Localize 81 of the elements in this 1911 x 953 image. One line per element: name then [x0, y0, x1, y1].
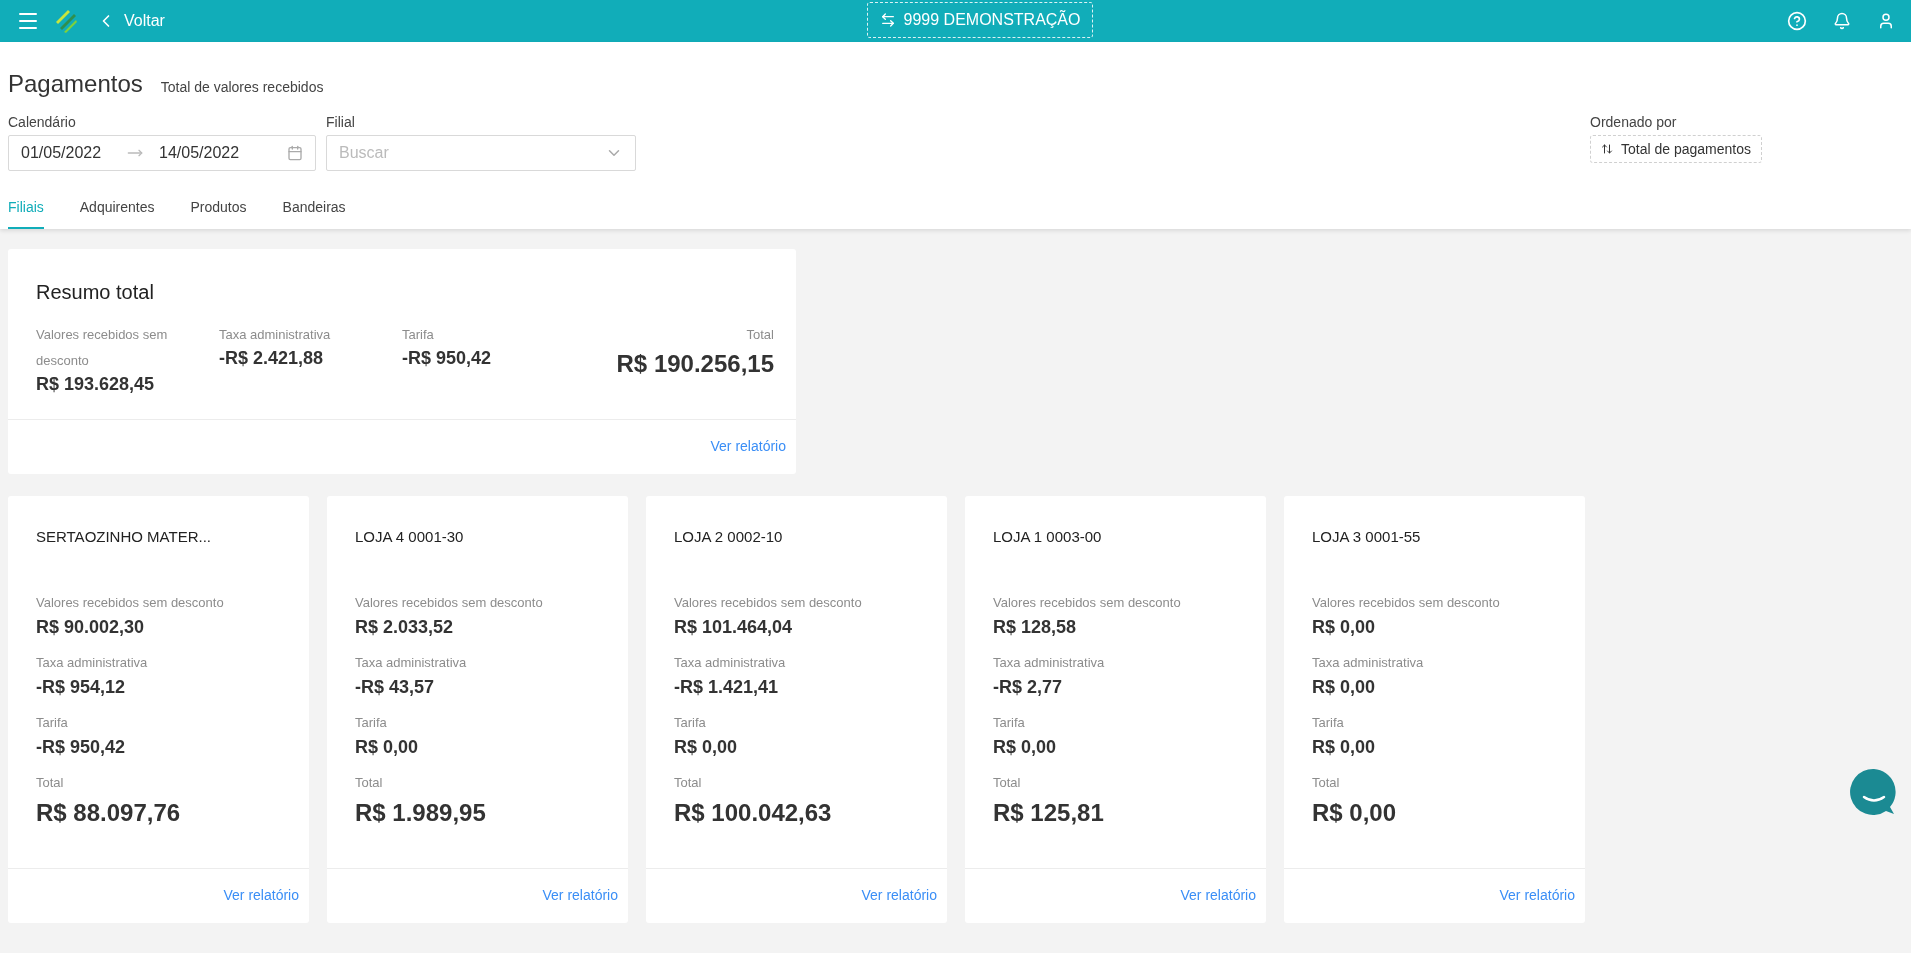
metric-label: Valores recebidos sem desconto: [993, 595, 1182, 610]
metric-label: Tarifa: [993, 715, 1026, 730]
user-icon[interactable]: [1877, 12, 1895, 30]
metric-label: Valores recebidos sem desconto: [1312, 595, 1501, 610]
calendar-icon: [287, 145, 303, 161]
metric-label: Tarifa: [1312, 715, 1345, 730]
total-label: Total: [674, 775, 703, 790]
page-subtitle: Total de valores recebidos: [160, 79, 324, 95]
metric-label: Taxa administrativa: [1312, 655, 1425, 670]
branch-select[interactable]: Buscar: [326, 135, 636, 171]
date-range-field[interactable]: 01/05/2022 14/05/2022: [8, 135, 316, 171]
metric-value: R$ 2.033,52: [355, 617, 455, 638]
sort-label: Ordenado por: [1590, 114, 1678, 130]
store-name: LOJA 3 0001-55: [1312, 528, 1422, 545]
metric-label: Tarifa: [355, 715, 388, 730]
metric-label: Taxa administrativa: [36, 655, 149, 670]
total-label: Total: [993, 775, 1022, 790]
page-title: Pagamentos: [8, 70, 143, 98]
total-value: R$ 0,00: [1312, 799, 1398, 827]
sort-button[interactable]: Total de pagamentos: [1590, 135, 1762, 163]
tab[interactable]: Filiais: [8, 191, 44, 229]
total-label: Total: [36, 775, 65, 790]
tab[interactable]: Adquirentes: [79, 191, 155, 229]
metric-value: -R$ 950,42: [402, 348, 493, 369]
metric-value: R$ 101.464,04: [674, 617, 794, 638]
report-link[interactable]: Ver relatório: [1180, 887, 1256, 903]
metric-label: Tarifa: [402, 326, 435, 344]
total-value: R$ 125,81: [993, 799, 1105, 827]
branch-label: Filial: [326, 114, 356, 130]
metric-label: Taxa administrativa: [219, 326, 332, 344]
metric-value: -R$ 43,57: [355, 677, 436, 698]
metric-value: R$ 0,00: [1312, 677, 1377, 698]
metric-value: -R$ 2,77: [993, 677, 1064, 698]
total-value: R$ 88.097,76: [36, 799, 182, 827]
total-value: R$ 190.256,15: [616, 350, 774, 378]
help-icon[interactable]: [1787, 11, 1807, 31]
swap-arrows-icon: [879, 12, 896, 28]
metric-label: Taxa administrativa: [355, 655, 468, 670]
metric-label: Valores recebidos sem desconto: [674, 595, 863, 610]
metric-value: R$ 0,00: [1312, 617, 1377, 638]
calendar-label: Calendário: [8, 114, 77, 130]
logo-icon: [54, 8, 78, 34]
store-name: LOJA 4 0001-30: [355, 528, 465, 545]
report-link[interactable]: Ver relatório: [223, 887, 299, 903]
metric-label: Taxa administrativa: [674, 655, 787, 670]
metric-value: R$ 90.002,30: [36, 617, 146, 638]
metric-label: Tarifa: [36, 715, 69, 730]
company-selector[interactable]: 9999 DEMONSTRAÇÃO: [867, 2, 1093, 38]
metric-label: Valores recebidos sem desconto: [36, 595, 225, 610]
total-value: R$ 100.042,63: [674, 799, 833, 827]
report-link[interactable]: Ver relatório: [861, 887, 937, 903]
back-link[interactable]: Voltar: [96, 11, 165, 31]
store-name: SERTAOZINHO MATER...: [36, 528, 212, 545]
total-label: Total: [1312, 775, 1341, 790]
metric-label: Valores recebidos sem desconto: [355, 595, 544, 610]
metric-value: R$ 0,00: [674, 737, 739, 758]
total-value: R$ 1.989,95: [355, 799, 487, 827]
metric-label: Valores recebidos sem desconto: [36, 326, 169, 370]
metric-value: R$ 0,00: [1312, 737, 1377, 758]
card-title: Resumo total: [36, 281, 155, 304]
tab[interactable]: Bandeiras: [282, 191, 346, 229]
metric-value: -R$ 2.421,88: [219, 348, 325, 369]
metric-value: -R$ 1.421,41: [674, 677, 780, 698]
metric-value: -R$ 954,12: [36, 677, 127, 698]
store-name: LOJA 1 0003-00: [993, 528, 1103, 545]
report-link[interactable]: Ver relatório: [710, 438, 786, 454]
total-label: Total: [746, 326, 774, 344]
report-link[interactable]: Ver relatório: [542, 887, 618, 903]
metric-value: R$ 128,58: [993, 617, 1078, 638]
metric-value: -R$ 950,42: [36, 737, 127, 758]
store-name: LOJA 2 0002-10: [674, 528, 784, 545]
metric-label: Tarifa: [674, 715, 707, 730]
metric-value: R$ 0,00: [355, 737, 420, 758]
total-label: Total: [355, 775, 384, 790]
metric-label: Taxa administrativa: [993, 655, 1106, 670]
bell-icon[interactable]: [1833, 12, 1851, 30]
metric-value: R$ 193.628,45: [36, 374, 156, 395]
tab[interactable]: Produtos: [190, 191, 247, 229]
sort-icon: [1601, 143, 1613, 155]
metric-value: R$ 0,00: [993, 737, 1058, 758]
report-link[interactable]: Ver relatório: [1499, 887, 1575, 903]
